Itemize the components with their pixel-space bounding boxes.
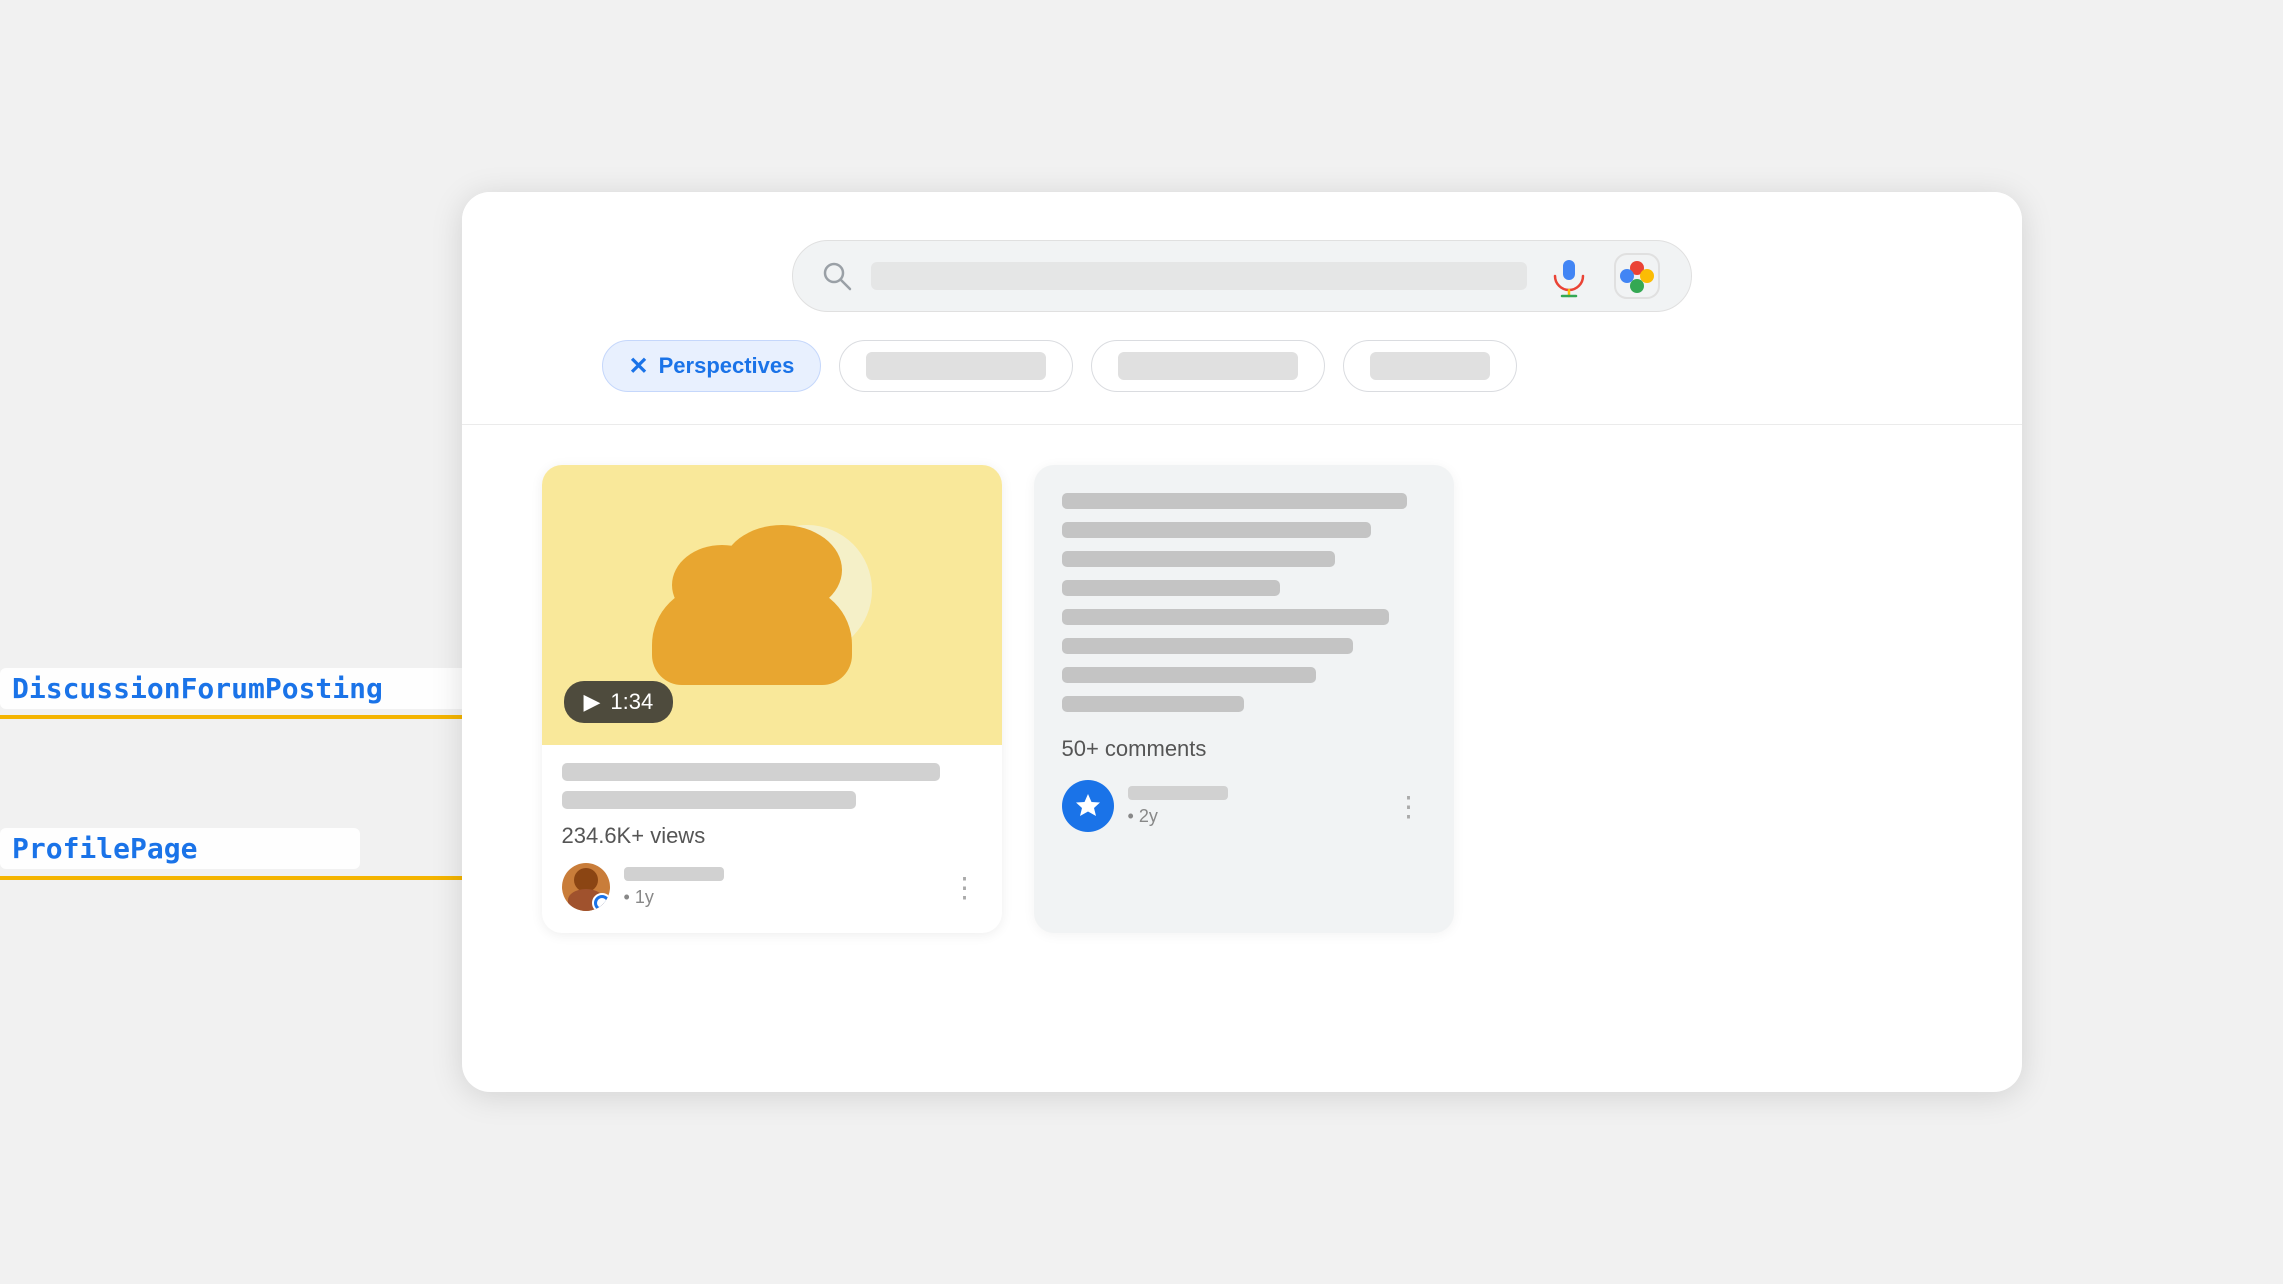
browser-card: ✕ Perspectives [462, 192, 2022, 1092]
article-card: 50+ comments • 2y ⋮ [1034, 465, 1454, 933]
chip-close-icon: ✕ [629, 352, 649, 381]
article-card-footer: • 2y ⋮ [1062, 780, 1426, 832]
filter-chips: ✕ Perspectives [542, 340, 1942, 392]
video-thumbnail: ▶ 1:34 [542, 465, 1002, 745]
article-author-bar [1128, 786, 1228, 800]
article-line-7 [1062, 667, 1317, 683]
video-title-line-2 [562, 791, 856, 809]
article-line-4 [1062, 580, 1280, 596]
annotation-discussion: DiscussionForumPosting [0, 668, 500, 709]
search-bar[interactable] [792, 240, 1692, 312]
article-time-ago: • 2y [1128, 806, 1158, 826]
chip-perspectives-label: Perspectives [659, 353, 795, 379]
article-line-2 [1062, 522, 1371, 538]
footer-name-bar [624, 867, 724, 881]
video-card: ▶ 1:34 234.6K+ views [542, 465, 1002, 933]
article-line-8 [1062, 696, 1244, 712]
results-area: ▶ 1:34 234.6K+ views [462, 425, 2022, 973]
article-line-3 [1062, 551, 1335, 567]
avatar-badge-inner [597, 898, 607, 908]
video-title-line-1 [562, 763, 940, 781]
video-duration: 1:34 [610, 689, 653, 715]
avatar-badge [592, 893, 610, 911]
article-comments: 50+ comments [1062, 736, 1426, 762]
play-icon: ▶ [584, 689, 601, 715]
video-card-footer: • 1y ⋮ [562, 863, 982, 917]
annotation-profile: ProfilePage [0, 828, 360, 869]
article-more-options-icon[interactable]: ⋮ [1395, 790, 1426, 823]
article-footer-text: • 2y [1128, 786, 1381, 827]
search-input-placeholder [871, 262, 1527, 290]
mic-icon[interactable] [1545, 252, 1593, 300]
search-icon [821, 260, 853, 292]
chip-perspectives[interactable]: ✕ Perspectives [602, 340, 822, 392]
star-avatar [1062, 780, 1114, 832]
article-line-1 [1062, 493, 1408, 509]
search-bar-icons [1545, 250, 1663, 302]
lens-icon[interactable] [1611, 250, 1663, 302]
video-views: 234.6K+ views [562, 823, 982, 849]
cloud-main [652, 585, 852, 685]
chip-3-label [1118, 352, 1298, 380]
video-time-ago: • 1y [624, 887, 654, 907]
article-text-lines [1062, 493, 1426, 712]
more-options-icon[interactable]: ⋮ [951, 871, 982, 904]
video-card-body: 234.6K+ views [542, 745, 1002, 933]
chip-2-label [866, 352, 1046, 380]
chip-4-label [1370, 352, 1490, 380]
play-badge[interactable]: ▶ 1:34 [564, 681, 674, 723]
page-container: DiscussionForumPosting ProfilePage [0, 0, 2283, 1284]
avatar [562, 863, 610, 911]
chip-4[interactable] [1343, 340, 1517, 392]
chip-3[interactable] [1091, 340, 1325, 392]
weather-illustration [642, 505, 902, 705]
search-area: ✕ Perspectives [462, 192, 2022, 425]
article-line-5 [1062, 609, 1390, 625]
article-line-6 [1062, 638, 1353, 654]
footer-text-wrap: • 1y [624, 867, 937, 908]
chip-2[interactable] [839, 340, 1073, 392]
